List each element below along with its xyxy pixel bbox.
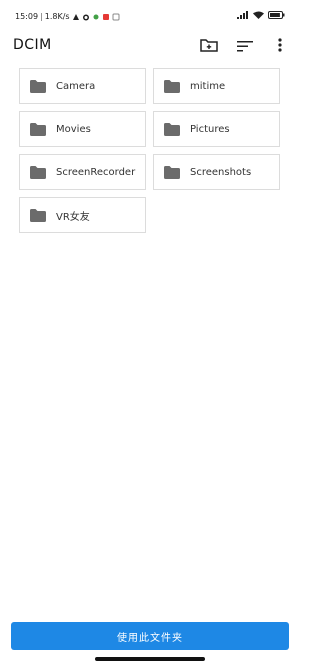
battery-icon xyxy=(268,11,285,21)
folder-item[interactable]: Movies xyxy=(19,111,146,147)
folder-label: VR女友 xyxy=(56,211,90,223)
wifi-icon xyxy=(253,11,264,21)
app-notification-icon xyxy=(92,13,100,21)
status-bar: 15:09 | 1.8K/s xyxy=(0,0,300,30)
folder-label: Camera xyxy=(56,80,96,92)
status-time: 15:09 xyxy=(15,12,39,21)
folder-icon xyxy=(30,165,46,179)
folder-icon xyxy=(164,79,180,93)
folder-item[interactable]: Screenshots xyxy=(153,154,280,190)
folder-label: ScreenRecorder xyxy=(56,166,136,178)
folder-item[interactable]: VR女友 xyxy=(19,197,146,233)
folder-icon xyxy=(30,122,46,136)
app-badge-icon xyxy=(102,13,110,21)
more-options-button[interactable] xyxy=(269,36,291,56)
folder-item[interactable]: Camera xyxy=(19,68,146,104)
folder-label: Movies xyxy=(56,123,91,135)
folder-label: mitime xyxy=(190,80,226,92)
new-folder-icon xyxy=(200,37,218,56)
folder-icon xyxy=(30,208,46,222)
more-vert-icon xyxy=(278,37,282,56)
folder-item[interactable]: Pictures xyxy=(153,111,280,147)
notification-icon xyxy=(72,13,80,21)
new-folder-button[interactable] xyxy=(198,36,220,56)
status-left: 15:09 | 1.8K/s xyxy=(15,12,120,21)
folder-item[interactable]: mitime xyxy=(153,68,280,104)
sort-button[interactable] xyxy=(234,36,256,56)
app-status-icon xyxy=(112,13,120,21)
status-right xyxy=(237,11,285,21)
folder-icon xyxy=(30,79,46,93)
signal-icon xyxy=(237,11,249,21)
folder-item[interactable]: ScreenRecorder xyxy=(19,154,146,190)
folder-label: Pictures xyxy=(190,123,230,135)
folder-icon xyxy=(164,165,180,179)
status-separator: | xyxy=(40,12,43,21)
use-folder-button[interactable]: 使用此文件夹 xyxy=(11,622,289,650)
folder-label: Screenshots xyxy=(190,166,252,178)
app-bar: DCIM xyxy=(0,30,300,62)
sort-icon xyxy=(237,37,253,56)
home-indicator[interactable] xyxy=(95,657,205,661)
alarm-icon xyxy=(82,13,90,21)
page-title: DCIM xyxy=(13,37,52,53)
network-speed: 1.8K/s xyxy=(44,12,70,21)
folder-icon xyxy=(164,122,180,136)
screen: 15:09 | 1.8K/s DCIM Camera mitime Movies… xyxy=(0,0,300,666)
